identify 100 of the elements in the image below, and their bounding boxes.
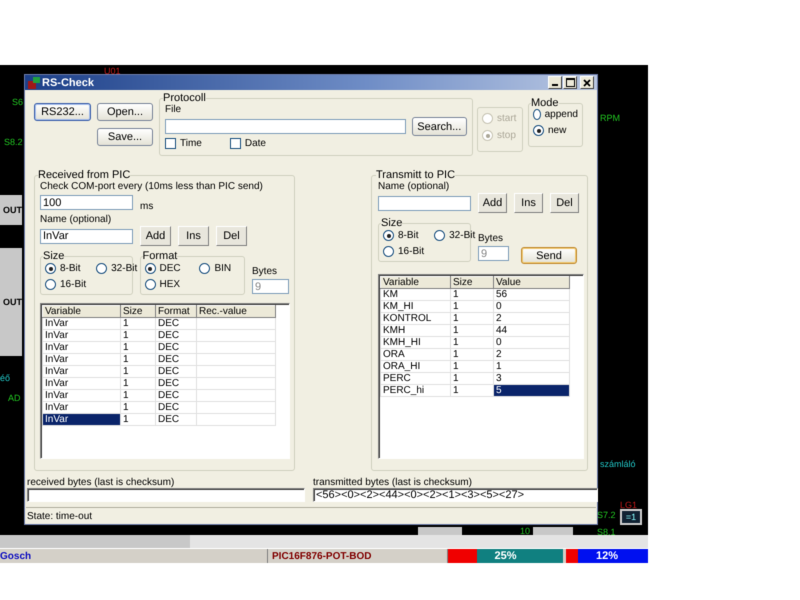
radio-button[interactable]: 16-Bit <box>383 246 424 257</box>
group-title: Transmitt to PIC <box>376 169 456 181</box>
radio-button[interactable]: 32-Bit <box>96 263 138 274</box>
table-cell: 0 <box>494 300 570 312</box>
radio-button[interactable]: append <box>533 109 578 120</box>
open-button[interactable]: Open... <box>97 103 153 121</box>
group-title: Size <box>43 250 64 262</box>
close-button[interactable] <box>580 76 594 89</box>
table-cell: DEC <box>156 414 196 426</box>
table-cell: 1 <box>450 348 494 360</box>
list-button[interactable]: Add <box>140 226 171 246</box>
radio-button[interactable]: BIN <box>199 263 240 274</box>
group-title: Size <box>381 217 402 229</box>
horizontal-scrollbar[interactable] <box>0 535 648 548</box>
received-bytes-field[interactable] <box>27 488 305 502</box>
list-button[interactable]: Ins <box>178 226 209 246</box>
rs232-button[interactable]: RS232... <box>34 103 91 121</box>
canvas-label: S7.2 <box>597 510 616 520</box>
list-button[interactable]: Ins <box>514 193 543 213</box>
name-field[interactable]: InVar <box>40 228 133 244</box>
column-header[interactable]: Variable <box>42 306 120 318</box>
field-label: Name (optional) <box>40 214 112 225</box>
table-cell: 1 <box>120 330 156 342</box>
table-cell: InVar <box>42 318 120 330</box>
table-cell: DEC <box>156 354 196 366</box>
table-cell: KM_HI <box>380 300 450 312</box>
maximize-button[interactable] <box>563 76 577 89</box>
radio-button[interactable]: 8-Bit <box>45 263 86 274</box>
radio-button[interactable]: 8-Bit <box>383 230 424 241</box>
table-cell: 1 <box>450 324 494 336</box>
canvas-block <box>533 527 573 535</box>
list-button[interactable]: Del <box>216 226 247 246</box>
maximize-icon <box>566 78 574 87</box>
send-button[interactable]: Send <box>521 247 577 264</box>
field-label: Check COM-port every (10ms less than PIC send) <box>40 181 264 192</box>
table-cell: KMH_HI <box>380 336 450 348</box>
field-label: transmitted bytes (last is checksum) <box>313 477 473 488</box>
table-cell: InVar <box>42 342 120 354</box>
column-header[interactable]: Variable <box>380 276 450 288</box>
minimize-button[interactable] <box>548 76 562 89</box>
table-cell: 1 <box>120 414 156 426</box>
table-cell: 1 <box>120 390 156 402</box>
field-label: Bytes <box>478 233 504 244</box>
field-label: File <box>165 104 182 115</box>
canvas-label: S8.2 <box>4 137 23 147</box>
table-cell: DEC <box>156 318 196 330</box>
window-title: RS-Check <box>42 76 95 88</box>
table-cell: ORA_HI <box>380 360 450 372</box>
table-cell: PERC_hi <box>380 384 450 396</box>
search-button[interactable]: Search... <box>412 117 467 136</box>
checkbox[interactable]: Time <box>165 138 202 149</box>
field-label: Bytes <box>252 266 278 277</box>
table-cell: 1 <box>120 354 156 366</box>
column-header[interactable]: Format <box>156 306 196 318</box>
group-title: Format <box>142 250 178 262</box>
unit-label: ms <box>140 201 154 212</box>
table-cell: DEC <box>156 342 196 354</box>
column-header[interactable]: Size <box>120 306 156 318</box>
table-cell: DEC <box>156 390 196 402</box>
table-cell: ORA <box>380 348 450 360</box>
checkbox[interactable]: Date <box>230 138 266 149</box>
canvas-label: éő <box>0 373 10 383</box>
save-button[interactable]: Save... <box>97 128 153 146</box>
table-cell: 44 <box>494 324 570 336</box>
table-cell: 1 <box>450 360 494 372</box>
column-header[interactable]: Rec.-value <box>196 306 276 318</box>
table-cell: DEC <box>156 402 196 414</box>
user-label: Gosch <box>0 550 32 562</box>
table-cell: 5 <box>494 384 570 396</box>
table-cell: 1 <box>120 378 156 390</box>
table-cell: 1 <box>450 312 494 324</box>
status-text: State: time-out <box>27 510 92 522</box>
table-cell: InVar <box>42 414 120 426</box>
table-cell: 1 <box>120 402 156 414</box>
table-cell: InVar <box>42 390 120 402</box>
canvas-label: S6 <box>12 97 24 107</box>
list-button[interactable]: Del <box>550 193 579 213</box>
table-cell: InVar <box>42 366 120 378</box>
list-button[interactable]: Add <box>478 193 507 213</box>
table-cell: 2 <box>494 348 570 360</box>
radio-button[interactable]: 32-Bit <box>434 230 476 241</box>
table-cell: 1 <box>120 366 156 378</box>
column-header[interactable]: Size <box>450 276 494 288</box>
table-cell: 1 <box>120 342 156 354</box>
name-field[interactable] <box>378 196 471 210</box>
radio-button[interactable]: DEC <box>144 263 190 274</box>
canvas-label: S8.1 <box>597 527 616 537</box>
radio-button[interactable]: 16-Bit <box>45 279 86 290</box>
file-field[interactable] <box>165 119 406 134</box>
transmitted-bytes-field[interactable]: <56><0><2><44><0><2><1><3><5><27> <box>313 488 598 502</box>
table-cell: KONTROL <box>380 312 450 324</box>
interval-field[interactable]: 100 <box>40 195 133 210</box>
canvas-label: RPM <box>600 113 620 123</box>
radio-button[interactable]: HEX <box>144 279 190 290</box>
radio-button[interactable]: new <box>533 125 578 136</box>
canvas-block <box>418 527 462 535</box>
canvas-label: U01 <box>104 66 121 76</box>
column-header[interactable]: Value <box>494 276 570 288</box>
group-title: Protocoll <box>163 92 206 104</box>
table-cell: 1 <box>450 336 494 348</box>
